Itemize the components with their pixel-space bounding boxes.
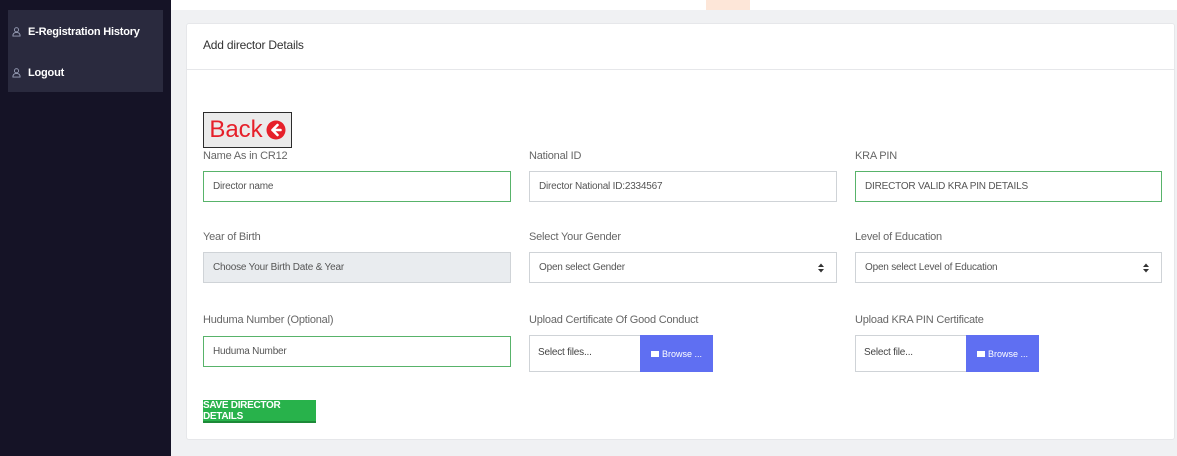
kra-pin-label: KRA PIN [855,150,898,162]
sidebar-item-logout[interactable]: Logout [12,63,64,83]
card-header: Add director Details [187,24,1174,70]
year-of-birth-input[interactable]: Choose Your Birth Date & Year [203,252,511,283]
select-arrows-icon [818,263,824,273]
national-id-input[interactable]: Director National ID:2334567 [529,171,837,202]
card-title: Add director Details [203,38,304,52]
kra-pin-input[interactable]: DIRECTOR VALID KRA PIN DETAILS [855,171,1162,202]
sidebar-item-label: Logout [28,67,65,79]
kra-certificate-file-text: Select file... [864,347,913,358]
select-arrows-icon [1143,263,1149,273]
browse-label: Browse ... [661,348,702,359]
director-name-input[interactable]: Director name [203,171,511,202]
director-form-card: Add director Details [186,23,1175,440]
gender-select[interactable]: Open select Gender [529,252,837,283]
national-id-placeholder: Director National ID:2334567 [539,181,663,192]
sidebar-item-e-registration-history[interactable]: E-Registration History [12,22,140,42]
huduma-number-placeholder: Huduma Number [213,346,287,357]
sidebar-item-label: E-Registration History [28,26,140,38]
gender-label: Select Your Gender [529,231,621,243]
kra-certificate-browse-button[interactable]: Browse ... [966,335,1039,372]
arrow-left-circle-icon [266,120,286,140]
director-name-placeholder: Director name [213,181,274,192]
education-label: Level of Education [855,231,942,243]
back-button[interactable]: Back [203,112,292,148]
sidebar: E-Registration History Logout [0,0,171,456]
good-conduct-label: Upload Certificate Of Good Conduct [529,314,699,326]
kra-certificate-label: Upload KRA PIN Certificate [855,314,984,326]
kra-certificate-file-input[interactable]: Select file... Browse ... [855,335,1039,372]
name-label: Name As in CR12 [203,150,288,162]
browse-label: Browse ... [987,348,1028,359]
back-button-label: Back [209,116,263,143]
save-director-details-button[interactable]: SAVE DIRECTOR DETAILS [203,400,316,423]
year-of-birth-label: Year of Birth [203,231,261,243]
huduma-number-input[interactable]: Huduma Number [203,336,511,367]
user-icon [12,27,21,37]
good-conduct-file-input[interactable]: Select files... Browse ... [529,335,713,372]
national-id-label: National ID [529,150,582,162]
year-of-birth-placeholder: Choose Your Birth Date & Year [213,262,344,273]
good-conduct-browse-button[interactable]: Browse ... [640,335,713,372]
kra-pin-placeholder: DIRECTOR VALID KRA PIN DETAILS [865,181,1028,192]
education-select-value: Open select Level of Education [865,262,998,273]
folder-icon [650,350,659,357]
user-icon [12,68,21,78]
huduma-label: Huduma Number (Optional) [203,314,334,326]
education-select[interactable]: Open select Level of Education [855,252,1162,283]
folder-icon [976,350,985,357]
top-bar [171,0,1177,10]
top-bar-highlight [706,0,750,10]
gender-select-value: Open select Gender [539,262,625,273]
good-conduct-file-text: Select files... [538,347,592,358]
